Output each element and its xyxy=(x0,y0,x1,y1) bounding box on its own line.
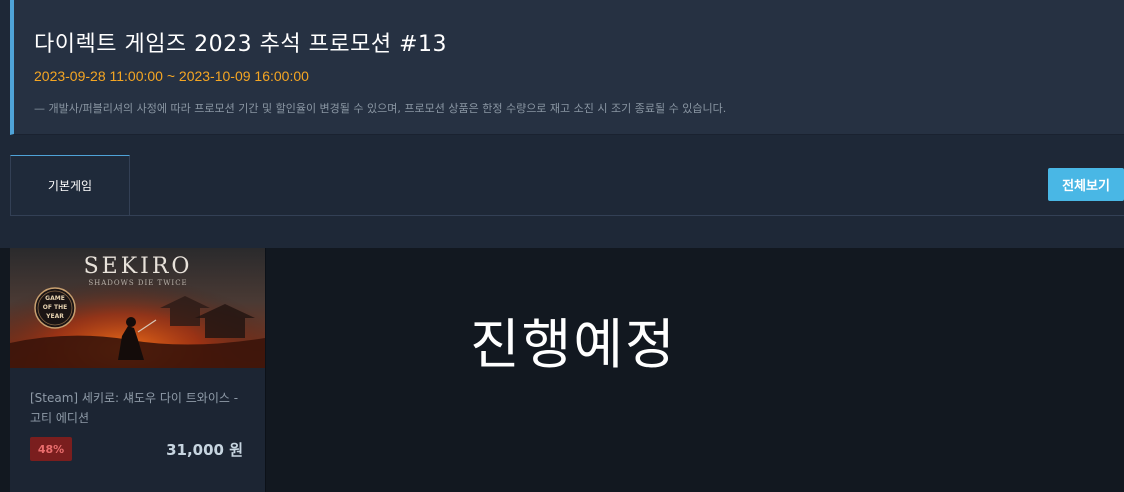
goty-badge: GAME OF THE YEAR xyxy=(34,287,76,329)
promo-title: 다이렉트 게임즈 2023 추석 프로모션 #13 xyxy=(34,32,448,57)
sekiro-cover-art: GAME OF THE YEAR SEKIRO SHADOWS DIE TWIC… xyxy=(10,248,265,368)
product-card[interactable]: GAME OF THE YEAR SEKIRO SHADOWS DIE TWIC… xyxy=(10,248,266,492)
promo-notice: — 개발사/퍼블리셔의 사정에 따라 프로모션 기간 및 할인율이 변경될 수 … xyxy=(34,102,727,115)
goty-badge-line-1: GAME xyxy=(45,295,65,302)
product-area: GAME OF THE YEAR SEKIRO SHADOWS DIE TWIC… xyxy=(0,248,1124,492)
view-all-button[interactable]: 전체보기 xyxy=(1048,168,1124,201)
tabs-bar: 기본게임 전체보기 xyxy=(10,155,1124,216)
product-price: 31,000 원 xyxy=(166,441,243,459)
sekiro-logo-subtitle: SHADOWS DIE TWICE xyxy=(88,279,187,287)
promo-dates: 2023-09-28 11:00:00 ~ 2023-10-09 16:00:0… xyxy=(34,68,309,84)
goty-badge-line-2: OF THE xyxy=(43,304,68,311)
product-thumbnail[interactable]: GAME OF THE YEAR SEKIRO SHADOWS DIE TWIC… xyxy=(10,248,265,368)
product-name[interactable]: [Steam] 세키로: 섀도우 다이 트와이스 - 고티 에디션 xyxy=(30,388,250,428)
upcoming-status-overlay: 진행예정 xyxy=(470,313,677,376)
tab-base-game[interactable]: 기본게임 xyxy=(10,155,130,215)
goty-badge-line-3: YEAR xyxy=(45,313,64,320)
promo-header: 다이렉트 게임즈 2023 추석 프로모션 #13 2023-09-28 11:… xyxy=(10,0,1124,135)
sekiro-logo-title: SEKIRO xyxy=(84,254,193,279)
discount-badge: 48% xyxy=(30,437,72,461)
